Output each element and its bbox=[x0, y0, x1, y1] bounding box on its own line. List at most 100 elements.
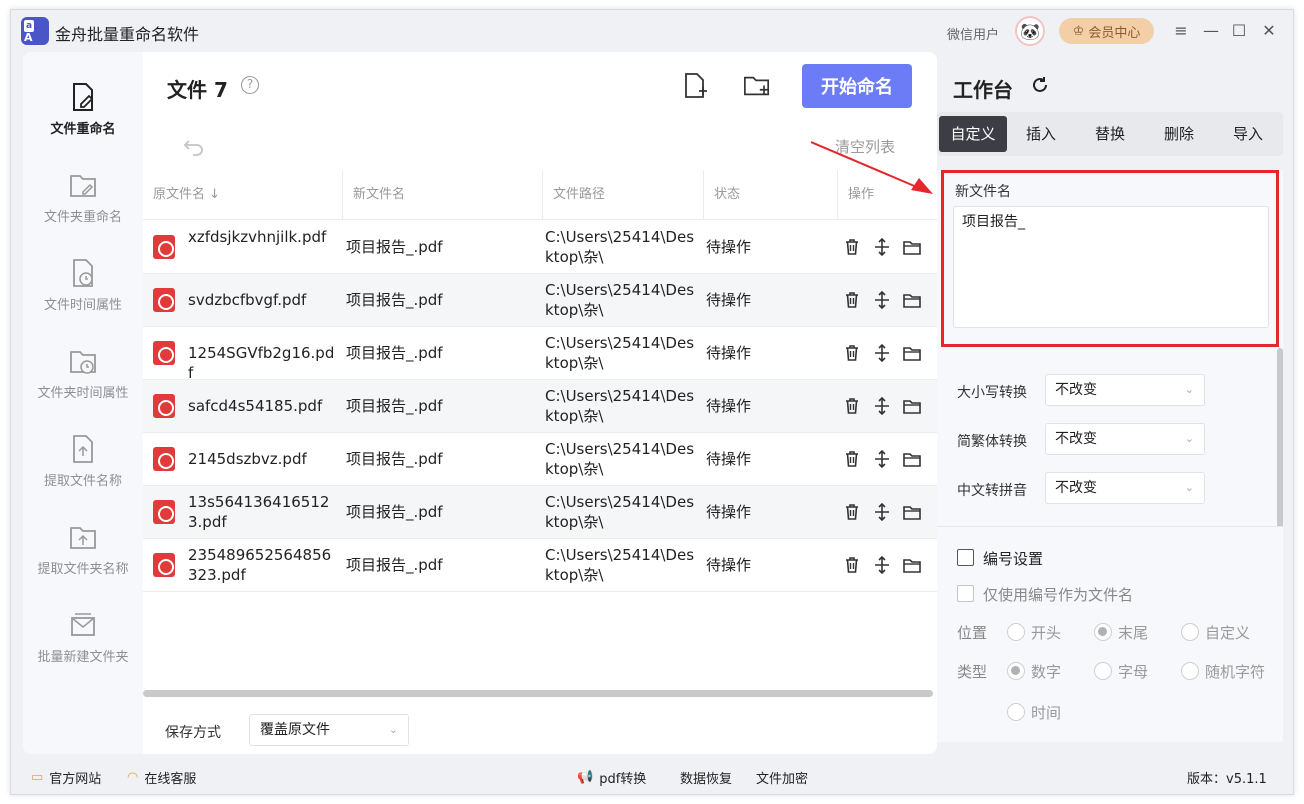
add-file-icon[interactable] bbox=[681, 72, 709, 100]
trad-simp-select[interactable]: 不改变 ⌄ bbox=[1045, 423, 1205, 455]
tab-custom[interactable]: 自定义 bbox=[939, 116, 1007, 152]
status-cell: 待操作 bbox=[706, 397, 752, 415]
table-row[interactable]: safcd4s54185.pdf 项目报告_.pdf C:\Users\25414\… bbox=[143, 380, 937, 433]
radio-label: 开头 bbox=[1031, 624, 1062, 642]
table-row[interactable]: 13s5641364165123.pdf 项目报告_.pdf C:\Users\25… bbox=[143, 486, 937, 539]
open-folder-icon[interactable] bbox=[902, 237, 922, 257]
sidebar-item-label: 提取文件名称 bbox=[43, 474, 122, 489]
table-row[interactable]: 1254SGVfb2g16.pdf 项目报告_.pdf C:\Users\25414… bbox=[143, 327, 937, 382]
minimize-icon[interactable]: — bbox=[1199, 18, 1223, 42]
start-rename-button[interactable]: 开始命名 bbox=[802, 64, 912, 108]
avatar[interactable]: 🐼 bbox=[1015, 16, 1045, 46]
move-icon[interactable] bbox=[872, 449, 892, 469]
new-name-cell: 项目报告_.pdf bbox=[346, 556, 443, 574]
sidebar-item-label: 文件重命名 bbox=[50, 122, 116, 137]
menu-icon[interactable]: ≡ bbox=[1169, 18, 1193, 42]
delete-icon[interactable] bbox=[842, 343, 862, 363]
folder-edit-icon bbox=[70, 175, 96, 197]
position-end-radio[interactable] bbox=[1094, 623, 1112, 641]
col-path: 文件路径 bbox=[553, 187, 606, 202]
sidebar-item-folder-time[interactable]: 文件夹时间属性 bbox=[23, 346, 143, 401]
vertical-scrollbar[interactable] bbox=[1277, 348, 1283, 548]
col-new-name: 新文件名 bbox=[353, 187, 406, 202]
sidebar-item-extract-file[interactable]: 提取文件名称 bbox=[23, 434, 143, 489]
open-folder-icon[interactable] bbox=[902, 449, 922, 469]
save-mode-select[interactable]: 覆盖原文件 ⌄ bbox=[249, 714, 409, 746]
type-time-radio[interactable] bbox=[1007, 703, 1025, 721]
pinyin-label: 中文转拼音 bbox=[957, 483, 1027, 499]
case-convert-select[interactable]: 不改变 ⌄ bbox=[1045, 374, 1205, 406]
sidebar-item-file-time[interactable]: 文件时间属性 bbox=[23, 258, 143, 313]
position-start-radio[interactable] bbox=[1007, 623, 1025, 641]
move-icon[interactable] bbox=[872, 290, 892, 310]
file-count-title: 文件 7 bbox=[167, 78, 228, 102]
undo-icon[interactable] bbox=[183, 136, 205, 156]
user-name[interactable]: 微信用户 bbox=[947, 24, 999, 43]
table-row[interactable]: 2145dszbvz.pdf 项目报告_.pdf C:\Users\25414\De… bbox=[143, 433, 937, 486]
status-cell: 待操作 bbox=[706, 556, 752, 574]
position-custom-radio[interactable] bbox=[1181, 623, 1199, 641]
open-folder-icon[interactable] bbox=[902, 343, 922, 363]
path-cell: C:\Users\25414\Desktop\杂\ bbox=[545, 334, 695, 372]
tab-replace[interactable]: 替换 bbox=[1076, 116, 1144, 152]
open-folder-icon[interactable] bbox=[902, 555, 922, 575]
path-cell: C:\Users\25414\Desktop\杂\ bbox=[545, 387, 695, 425]
type-letter-radio[interactable] bbox=[1094, 662, 1112, 680]
add-folder-icon[interactable] bbox=[743, 72, 771, 100]
new-name-input[interactable]: 项目报告_ bbox=[953, 206, 1269, 328]
table-row[interactable]: xzfdsjkzvhnjilk.pdf 项目报告_.pdf C:\Users\254… bbox=[143, 221, 937, 274]
maximize-icon[interactable]: ☐ bbox=[1227, 18, 1251, 42]
tab-insert[interactable]: 插入 bbox=[1007, 116, 1075, 152]
pinyin-select[interactable]: 不改变 ⌄ bbox=[1045, 472, 1205, 504]
position-label: 位置 bbox=[957, 624, 988, 642]
radio-label: 数字 bbox=[1031, 663, 1062, 681]
data-recovery-link[interactable]: 数据恢复 bbox=[680, 768, 732, 787]
chevron-down-icon: ⌄ bbox=[388, 723, 398, 736]
only-number-checkbox[interactable] bbox=[957, 585, 974, 602]
numbering-checkbox[interactable] bbox=[957, 549, 974, 566]
pdf-convert-link[interactable]: 📢 pdf转换 bbox=[577, 768, 646, 787]
move-icon[interactable] bbox=[872, 237, 892, 257]
tab-delete[interactable]: 删除 bbox=[1145, 116, 1213, 152]
delete-icon[interactable] bbox=[842, 555, 862, 575]
orig-name-cell: 235489652564856323.pdf bbox=[188, 546, 332, 584]
move-icon[interactable] bbox=[872, 396, 892, 416]
vip-center-button[interactable]: ♔ 会员中心 bbox=[1059, 18, 1154, 44]
sidebar-item-folder-rename[interactable]: 文件夹重命名 bbox=[23, 170, 143, 225]
type-random-radio[interactable] bbox=[1181, 662, 1199, 680]
close-icon[interactable]: ✕ bbox=[1257, 18, 1281, 42]
delete-icon[interactable] bbox=[842, 396, 862, 416]
table-row[interactable]: svdzbcfbvgf.pdf 项目报告_.pdf C:\Users\25414\D… bbox=[143, 274, 937, 327]
path-cell: C:\Users\25414\Desktop\杂\ bbox=[545, 281, 695, 319]
path-cell: C:\Users\25414\Desktop\杂\ bbox=[545, 546, 695, 584]
move-icon[interactable] bbox=[872, 502, 892, 522]
help-icon[interactable]: ? bbox=[241, 76, 259, 94]
refresh-icon[interactable] bbox=[1031, 76, 1049, 94]
sidebar-item-file-rename[interactable]: 文件重命名 bbox=[23, 82, 143, 137]
app-window: aA 金舟批量重命名软件 微信用户 🐼 ♔ 会员中心 ≡ — ☐ ✕ 文件重命名… bbox=[10, 9, 1294, 795]
type-number-radio[interactable] bbox=[1007, 662, 1025, 680]
status-cell: 待操作 bbox=[706, 450, 752, 468]
move-icon[interactable] bbox=[872, 343, 892, 363]
official-website-link[interactable]: ▭ 官方网站 bbox=[31, 768, 101, 787]
delete-icon[interactable] bbox=[842, 290, 862, 310]
table-row[interactable]: 235489652564856323.pdf 项目报告_.pdf C:\Users\… bbox=[143, 539, 937, 592]
open-folder-icon[interactable] bbox=[902, 290, 922, 310]
file-encrypt-link[interactable]: 文件加密 bbox=[756, 768, 808, 787]
col-orig-name[interactable]: 原文件名 ↓ bbox=[143, 170, 220, 220]
tab-import[interactable]: 导入 bbox=[1214, 116, 1282, 152]
delete-icon[interactable] bbox=[842, 502, 862, 522]
move-icon[interactable] bbox=[872, 555, 892, 575]
sidebar-item-label: 文件夹时间属性 bbox=[37, 386, 129, 401]
horizontal-scrollbar[interactable] bbox=[143, 690, 933, 697]
open-folder-icon[interactable] bbox=[902, 502, 922, 522]
sidebar-item-batch-folder[interactable]: 批量新建文件夹 bbox=[23, 610, 143, 665]
delete-icon[interactable] bbox=[842, 237, 862, 257]
encrypt-label: 文件加密 bbox=[756, 772, 809, 787]
status-cell: 待操作 bbox=[706, 503, 752, 521]
sidebar-item-extract-folder[interactable]: 提取文件夹名称 bbox=[23, 522, 143, 577]
delete-icon[interactable] bbox=[842, 449, 862, 469]
status-bar: ▭ 官方网站 ◠ 在线客服 📢 pdf转换 数据恢复 文件加密 版本：v5.1.… bbox=[11, 762, 1295, 794]
online-service-link[interactable]: ◠ 在线客服 bbox=[127, 768, 196, 787]
open-folder-icon[interactable] bbox=[902, 396, 922, 416]
